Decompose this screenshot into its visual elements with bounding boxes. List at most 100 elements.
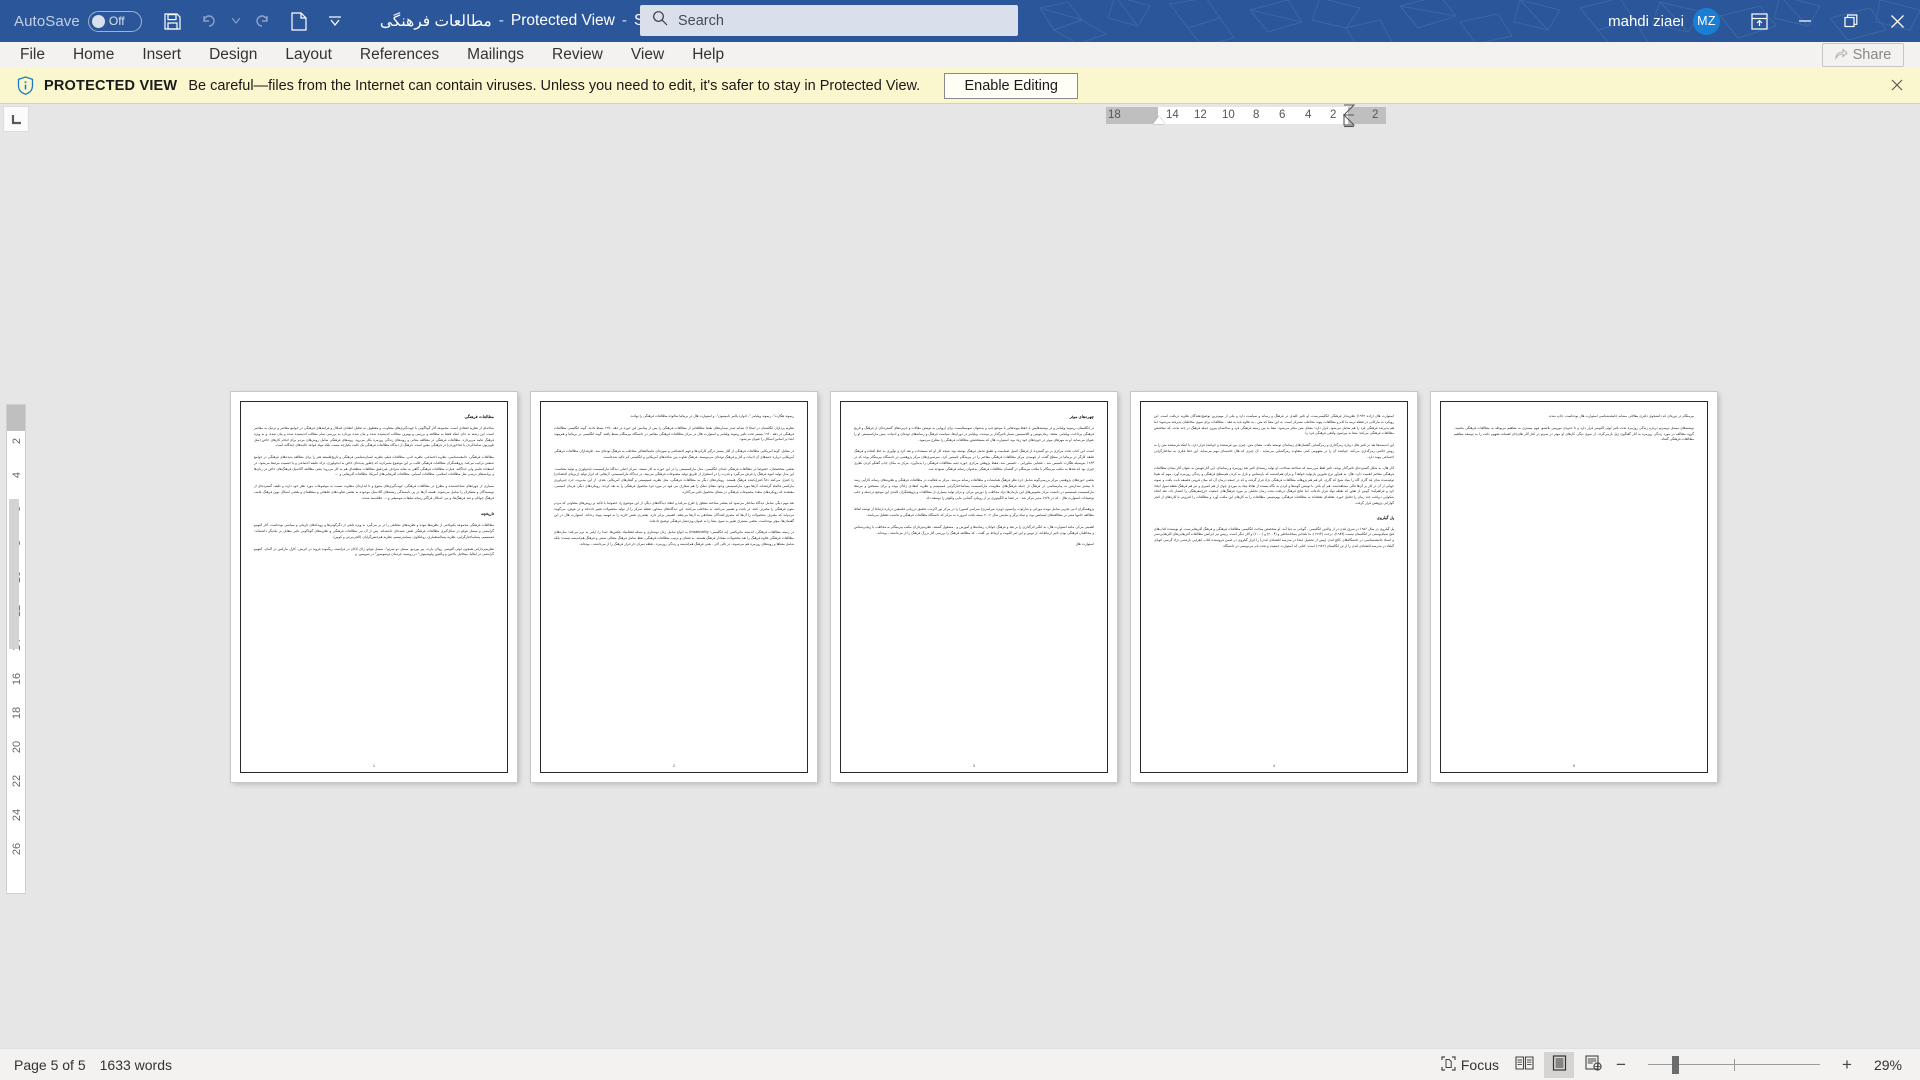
enable-editing-button[interactable]: Enable Editing — [944, 72, 1079, 99]
tab-view[interactable]: View — [617, 42, 678, 68]
hanging-indent-marker[interactable] — [1342, 104, 1356, 128]
status-bar: Page 5 of 5 1633 words Focus − + 29% — [0, 1048, 1920, 1080]
vertical-ruler[interactable]: 2 4 6 8 10 12 14 16 18 20 22 24 26 — [6, 404, 26, 894]
left-tab-stop-icon[interactable] — [3, 106, 29, 132]
document-page-2[interactable]: ریموند هگارت"، ریموند ویلیامز "، ادوارد … — [531, 392, 817, 782]
undo-icon[interactable] — [192, 4, 226, 38]
paragraph: بیرمنگام در دوره‌ای که دانشجوی دکتری مقا… — [1548, 414, 1694, 418]
vruler-number-26: 26 — [11, 842, 23, 856]
undo-dropdown-chevron-down-icon[interactable] — [228, 4, 244, 38]
vruler-number-16: 16 — [11, 672, 23, 686]
ribbon-tabs-row: File Home Insert Design Layout Reference… — [0, 42, 1920, 68]
ribbon-display-options-icon[interactable] — [1736, 0, 1782, 42]
zoom-slider[interactable] — [1640, 1052, 1828, 1078]
zoom-slider-thumb[interactable] — [1672, 1055, 1679, 1074]
document-page-1[interactable]: مطالعات فرهنگی شاخه‌ای از نظریه انتقادی … — [231, 392, 517, 782]
paragraph: آثار هال، به شکل گسترده‌ای تاثیرگذار بود… — [1154, 466, 1394, 505]
paragraph: بسیاری از چهره‌های شناخته‌شده و مطرح در … — [254, 484, 494, 500]
title-separator-2: - — [621, 12, 628, 29]
autosave-toggle[interactable]: Off — [87, 10, 142, 32]
paragraph: است. این کتاب بحث مرکزی بر دو گسترده از … — [854, 449, 1094, 471]
page-number: 2 — [673, 764, 675, 768]
new-document-icon[interactable] — [282, 4, 316, 38]
pages-container: مطالعات فرهنگی شاخه‌ای از نظریه انتقادی … — [231, 392, 1717, 782]
word-count[interactable]: 1633 words — [100, 1057, 172, 1073]
tab-insert[interactable]: Insert — [128, 42, 195, 68]
paragraph: مطالعات فرهنگی مجموعه یکنواختی از نظریه‌… — [254, 523, 494, 539]
paragraph: بعضی متخصصان، خصوصا در مطالعات فرهنگی اب… — [554, 466, 794, 494]
document-page-4[interactable]: استوارت هال (زاده ۱۹۳۲) نظریه‌دار فرهنگی… — [1131, 392, 1417, 782]
save-icon[interactable] — [156, 4, 190, 38]
minimize-icon[interactable] — [1782, 0, 1828, 42]
title-bar: AutoSave Off مطالعات فرهنگی - Protected … — [0, 0, 1920, 42]
page-number: 1 — [373, 764, 375, 768]
tab-help[interactable]: Help — [678, 42, 738, 68]
ruler-number-10: 10 — [1222, 109, 1235, 121]
page-status[interactable]: Page 5 of 5 — [14, 1057, 86, 1073]
horizontal-ruler[interactable]: 18 14 12 10 8 6 4 2 2 — [1106, 104, 1386, 128]
vruler-number-18: 18 — [11, 706, 23, 720]
paragraph: ریموند هگارت"، ریموند ویلیامز "، ادوارد … — [629, 414, 794, 418]
focus-mode-icon — [1441, 1055, 1456, 1074]
document-page-3[interactable]: چهره‌های موثر در انگلستان، ریموند ویلیام… — [831, 392, 1117, 782]
vertical-scroll-indicator[interactable] — [9, 499, 19, 649]
vruler-number-24: 24 — [11, 808, 23, 822]
document-workspace[interactable]: 18 14 12 10 8 6 4 2 2 2 4 6 8 10 12 14 1… — [0, 104, 1920, 1064]
close-icon[interactable] — [1874, 0, 1920, 42]
tab-layout[interactable]: Layout — [271, 42, 346, 68]
autosave-control[interactable]: AutoSave Off — [14, 10, 142, 32]
toggle-knob — [91, 14, 105, 28]
paragraph: نظریه پردازان انگلستان در ابتدا(۱) نشانه… — [554, 425, 795, 442]
close-icon[interactable] — [1888, 76, 1906, 94]
paragraph: پل گیلروی در سال ۱۹۵۶ در شرق لندن در از … — [1154, 526, 1394, 548]
paragraph: در زمینه مطالعات فرهنگی، اندیشه ماتریالی… — [554, 530, 795, 546]
zoom-level-label[interactable]: 29% — [1860, 1057, 1902, 1073]
tab-review[interactable]: Review — [538, 42, 617, 68]
customize-quick-access-toolbar-icon[interactable] — [318, 4, 352, 38]
page-content-area: بیرمنگام در دوره‌ای که دانشجوی دکتری مقا… — [1440, 401, 1708, 773]
zoom-out-button[interactable]: − — [1612, 1055, 1630, 1075]
user-name-label: mahdi ziaei — [1608, 12, 1684, 30]
tab-references[interactable]: References — [346, 42, 453, 68]
tab-file[interactable]: File — [6, 42, 59, 68]
read-mode-button[interactable] — [1509, 1052, 1540, 1078]
ruler-number-18: 18 — [1108, 109, 1121, 121]
tab-mailings[interactable]: Mailings — [453, 42, 538, 68]
share-icon — [1835, 47, 1848, 64]
paragraph: استوارت هال (زاده ۱۹۳۲) نظریه‌دار فرهنگی… — [1154, 414, 1394, 436]
title-separator-1: - — [498, 12, 504, 29]
paragraph: در مقابل، گونه آمریکایی مطالعات فرهنگی ا… — [554, 449, 794, 459]
page-number: 4 — [1273, 764, 1275, 768]
document-name: مطالعات فرهنگی — [379, 12, 492, 30]
focus-mode-button[interactable]: Focus — [1435, 1052, 1505, 1078]
avatar[interactable]: MZ — [1693, 7, 1720, 35]
restore-icon[interactable] — [1828, 0, 1874, 42]
focus-mode-label: Focus — [1460, 1056, 1499, 1073]
paragraph: نوشته‌های میشل دوسرتو درباره زندگی روزمر… — [1454, 425, 1694, 442]
web-layout-icon — [1584, 1055, 1602, 1074]
page-heading: مطالعات فرهنگی — [464, 414, 494, 419]
tab-design[interactable]: Design — [195, 42, 271, 68]
quick-access-toolbar — [156, 4, 352, 38]
page-subheading: پل گیلروی — [1376, 514, 1394, 520]
protected-view-title: PROTECTED VIEW — [44, 77, 178, 94]
paragraph: استوارت هال — [1075, 542, 1094, 547]
protected-view-label: Protected View — [510, 12, 615, 29]
share-button[interactable]: Share — [1822, 43, 1904, 67]
search-placeholder: Search — [678, 12, 724, 29]
tab-home[interactable]: Home — [59, 42, 128, 68]
paragraph: پژوهشگران ادبی تجربی شامل نویده موزانی و… — [854, 507, 1094, 517]
document-page-5[interactable]: بیرمنگام در دوره‌ای که دانشجوی دکتری مقا… — [1431, 392, 1717, 782]
search-input[interactable]: Search — [640, 5, 1018, 36]
page-number: 5 — [1573, 764, 1575, 768]
web-layout-button[interactable] — [1578, 1052, 1608, 1078]
titlebar-right-controls: mahdi ziaei MZ — [1608, 0, 1920, 42]
protected-view-message: Be careful—files from the Internet can c… — [188, 77, 921, 94]
first-line-indent-marker[interactable] — [1153, 116, 1165, 124]
print-layout-button[interactable] — [1544, 1051, 1574, 1078]
redo-icon[interactable] — [246, 4, 280, 38]
vruler-number-22: 22 — [11, 774, 23, 788]
zoom-in-button[interactable]: + — [1838, 1055, 1856, 1075]
ruler-top-margin-area — [7, 405, 25, 431]
page-content-area: چهره‌های موثر در انگلستان، ریموند ویلیام… — [840, 401, 1108, 773]
